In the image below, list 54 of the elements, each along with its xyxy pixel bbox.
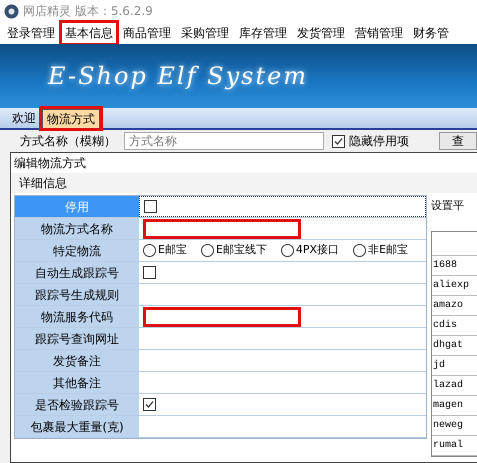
- checkbox[interactable]: [143, 266, 156, 279]
- menu-item[interactable]: 库存管理: [236, 23, 290, 43]
- menu-item[interactable]: 发货管理: [294, 23, 348, 43]
- search-button[interactable]: 查: [439, 132, 477, 150]
- menu-item[interactable]: 登录管理: [4, 23, 58, 43]
- list-item[interactable]: magen: [432, 396, 477, 416]
- property-label[interactable]: 发货备注: [15, 350, 139, 371]
- property-label[interactable]: 包裹最大重量(克): [15, 416, 139, 437]
- list-item[interactable]: rumal: [432, 436, 477, 456]
- menu-item[interactable]: 营销管理: [352, 23, 406, 43]
- property-label[interactable]: 物流服务代码: [15, 306, 139, 327]
- checkbox[interactable]: [144, 200, 157, 213]
- menu-item[interactable]: 财务管: [410, 23, 452, 43]
- list-item[interactable]: aliexp: [432, 276, 477, 296]
- property-label[interactable]: 特定物流: [15, 240, 139, 261]
- list-item[interactable]: amazo: [432, 296, 477, 316]
- radio-label: E邮宝: [158, 242, 187, 258]
- list-item[interactable]: cdis: [432, 316, 477, 336]
- checkbox-label: 隐藏停用项: [349, 133, 409, 150]
- checkmark-icon: [334, 136, 343, 146]
- menu-item[interactable]: 基本信息: [62, 23, 116, 43]
- search-label: 方式名称（模糊）: [20, 133, 116, 150]
- radio-button[interactable]: [353, 244, 366, 257]
- list-item[interactable]: lazad: [432, 376, 477, 396]
- dialog-title: 编辑物流方式: [14, 155, 86, 172]
- property-label[interactable]: 跟踪号生成规则: [15, 284, 139, 305]
- tab[interactable]: 物流方式: [42, 109, 100, 128]
- menu-item[interactable]: 商品管理: [120, 23, 174, 43]
- radio-button[interactable]: [143, 244, 156, 257]
- radio-button[interactable]: [200, 244, 214, 257]
- list-item[interactable]: dhgat: [432, 336, 477, 356]
- list-item[interactable]: jd: [432, 356, 477, 376]
- group-title: 详细信息: [19, 175, 67, 192]
- app-logo-icon: [4, 4, 19, 18]
- list-item[interactable]: 1688: [432, 256, 477, 276]
- radio-label: 非E邮宝: [368, 242, 408, 258]
- banner-logo-text: E-Shop Elf System: [48, 61, 308, 92]
- list-item[interactable]: neweg: [432, 416, 477, 436]
- property-label[interactable]: 是否检验跟踪号: [15, 394, 139, 415]
- property-label[interactable]: 自动生成跟踪号: [15, 262, 139, 283]
- radio-label: 4PX接口: [296, 242, 340, 258]
- property-label[interactable]: 其他备注: [15, 372, 139, 393]
- window-title: 网店精灵 版本：5.6.2.9: [23, 3, 153, 20]
- checkbox[interactable]: [143, 398, 156, 411]
- radio-button[interactable]: [280, 244, 294, 257]
- radio-label: E邮宝线下: [216, 242, 267, 258]
- tab[interactable]: 欢迎: [8, 109, 40, 128]
- panel-title: 设置平: [431, 198, 464, 214]
- checkbox[interactable]: [332, 134, 345, 148]
- search-field[interactable]: 方式名称: [124, 132, 324, 150]
- property-label[interactable]: 物流方式名称: [15, 218, 139, 239]
- menu-item[interactable]: 采购管理: [178, 23, 232, 43]
- property-label[interactable]: 跟踪号查询网址: [15, 328, 139, 349]
- checkmark-icon: [145, 400, 154, 409]
